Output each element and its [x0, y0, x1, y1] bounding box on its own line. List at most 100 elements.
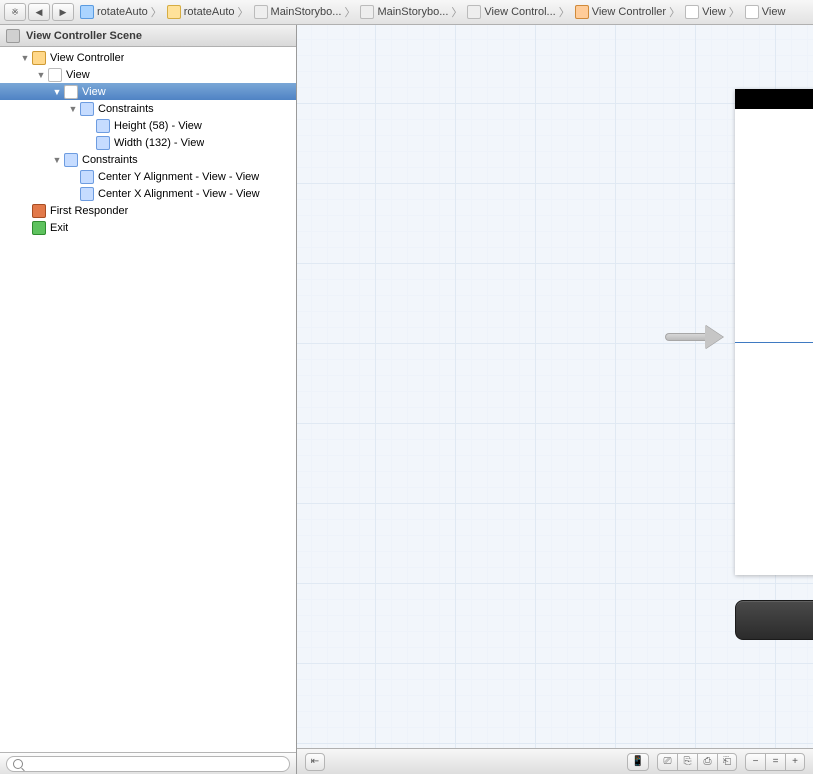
- outline-row[interactable]: ▼ View: [0, 66, 296, 83]
- row-icon: [80, 187, 94, 201]
- breadcrumb-label: View: [702, 6, 726, 18]
- outline-tree[interactable]: ▼ View Controller ▼ View ▼ View ▼ Constraints He…: [0, 47, 296, 752]
- outline-row[interactable]: Exit: [0, 219, 296, 236]
- outline-header: View Controller Scene: [0, 25, 296, 47]
- zoom-button-group: − = +: [745, 753, 805, 771]
- row-label: View: [82, 86, 106, 98]
- align-button[interactable]: ⎚: [657, 753, 677, 771]
- breadcrumb-item[interactable]: rotateAuto: [163, 0, 237, 25]
- guide-center-y: [735, 342, 813, 343]
- row-icon: [64, 153, 78, 167]
- scene-view-controller[interactable]: [735, 89, 813, 575]
- breadcrumb-icon: [685, 5, 699, 19]
- breadcrumb-separator: 〉: [450, 4, 463, 20]
- row-icon: [96, 119, 110, 133]
- row-label: Constraints: [82, 154, 138, 166]
- breadcrumb-item[interactable]: View Controller: [571, 0, 668, 25]
- outline-row[interactable]: ▼ Constraints: [0, 100, 296, 117]
- disclosure-triangle-icon[interactable]: ▼: [52, 87, 62, 97]
- row-label: First Responder: [50, 205, 128, 217]
- device-config-button[interactable]: 📱: [627, 753, 649, 771]
- breadcrumb-icon: [575, 5, 589, 19]
- breadcrumb-separator: 〉: [668, 4, 681, 20]
- breadcrumb-separator: 〉: [728, 4, 741, 20]
- row-icon: [80, 102, 94, 116]
- canvas-toolbar: ⇤ 📱 ⎚ ⎘ ⎙ ⎗ − = +: [297, 748, 813, 774]
- row-icon: [32, 51, 46, 65]
- document-outline-panel: View Controller Scene ▼ View Controller ▼ V…: [0, 25, 297, 774]
- breadcrumb-icon: [360, 5, 374, 19]
- autolayout-button-group: ⎚ ⎘ ⎙ ⎗: [657, 753, 737, 771]
- storyboard-canvas[interactable]: ↪: [297, 25, 813, 748]
- breadcrumb-separator: 〉: [237, 4, 250, 20]
- toggle-outline-button[interactable]: ⇤: [305, 753, 325, 771]
- breadcrumb-label: View: [762, 6, 786, 18]
- breadcrumb-icon: [467, 5, 481, 19]
- disclosure-triangle-icon[interactable]: ▼: [68, 104, 78, 114]
- outline-row[interactable]: ▼ Constraints: [0, 151, 296, 168]
- breadcrumb-icon: [80, 5, 94, 19]
- canvas-area: ↪ ⇤ 📱 ⎚ ⎘ ⎙ ⎗ − = +: [297, 25, 813, 774]
- outline-row[interactable]: ▼ View: [0, 83, 296, 100]
- search-icon: [13, 759, 23, 769]
- row-label: Width (132) - View: [114, 137, 204, 149]
- outline-row[interactable]: ▼ View Controller: [0, 49, 296, 66]
- row-label: Exit: [50, 222, 68, 234]
- nav-back-button[interactable]: ◀: [28, 3, 50, 21]
- row-icon: [32, 204, 46, 218]
- nav-forward-button[interactable]: ▶: [52, 3, 74, 21]
- outline-title: View Controller Scene: [26, 30, 142, 42]
- row-icon: [64, 85, 78, 99]
- status-bar: [735, 89, 813, 109]
- zoom-out-button[interactable]: −: [745, 753, 765, 771]
- outline-row[interactable]: Width (132) - View: [0, 134, 296, 151]
- breadcrumb-item[interactable]: View Control...: [463, 0, 557, 25]
- disclosure-triangle-icon[interactable]: ▼: [36, 70, 46, 80]
- scene-icon: [6, 29, 20, 43]
- row-label: View: [66, 69, 90, 81]
- breadcrumb-icon: [254, 5, 268, 19]
- breadcrumb-label: View Control...: [484, 6, 555, 18]
- outline-row[interactable]: Center Y Alignment - View - View: [0, 168, 296, 185]
- resolve-button[interactable]: ⎙: [697, 753, 717, 771]
- breadcrumb-label: MainStorybo...: [377, 6, 448, 18]
- zoom-actual-button[interactable]: =: [765, 753, 785, 771]
- zoom-in-button[interactable]: +: [785, 753, 805, 771]
- initial-scene-arrow-icon: [665, 323, 725, 351]
- pin-button[interactable]: ⎘: [677, 753, 697, 771]
- breadcrumb-label: View Controller: [592, 6, 666, 18]
- breadcrumb-label: rotateAuto: [184, 6, 235, 18]
- related-items-button[interactable]: ※: [4, 3, 26, 21]
- outline-row[interactable]: First Responder: [0, 202, 296, 219]
- breadcrumb-item[interactable]: View: [681, 0, 728, 25]
- row-label: Center Y Alignment - View - View: [98, 171, 259, 183]
- breadcrumb-item[interactable]: View: [741, 0, 788, 25]
- row-label: Center X Alignment - View - View: [98, 188, 260, 200]
- row-label: View Controller: [50, 52, 124, 64]
- disclosure-triangle-icon[interactable]: ▼: [20, 53, 30, 63]
- root-view[interactable]: [735, 109, 813, 575]
- breadcrumb-label: rotateAuto: [97, 6, 148, 18]
- row-label: Constraints: [98, 103, 154, 115]
- jump-bar: ※ ◀ ▶ rotateAuto〉rotateAuto〉MainStorybo.…: [0, 0, 813, 25]
- outline-row[interactable]: Center X Alignment - View - View: [0, 185, 296, 202]
- outline-footer: [0, 752, 296, 774]
- breadcrumb-item[interactable]: rotateAuto: [76, 0, 150, 25]
- breadcrumb-separator: 〉: [150, 4, 163, 20]
- outline-row[interactable]: Height (58) - View: [0, 117, 296, 134]
- row-icon: [48, 68, 62, 82]
- outline-filter-input[interactable]: [6, 756, 290, 772]
- scene-dock: ↪: [735, 600, 813, 640]
- breadcrumb-separator: 〉: [558, 4, 571, 20]
- row-label: Height (58) - View: [114, 120, 202, 132]
- breadcrumb-item[interactable]: MainStorybo...: [250, 0, 344, 25]
- disclosure-triangle-icon[interactable]: ▼: [52, 155, 62, 165]
- breadcrumb-item[interactable]: MainStorybo...: [356, 0, 450, 25]
- row-icon: [80, 170, 94, 184]
- breadcrumb-icon: [167, 5, 181, 19]
- row-icon: [32, 221, 46, 235]
- breadcrumb-icon: [745, 5, 759, 19]
- breadcrumb-label: MainStorybo...: [271, 6, 342, 18]
- resize-button[interactable]: ⎗: [717, 753, 737, 771]
- breadcrumb-separator: 〉: [343, 4, 356, 20]
